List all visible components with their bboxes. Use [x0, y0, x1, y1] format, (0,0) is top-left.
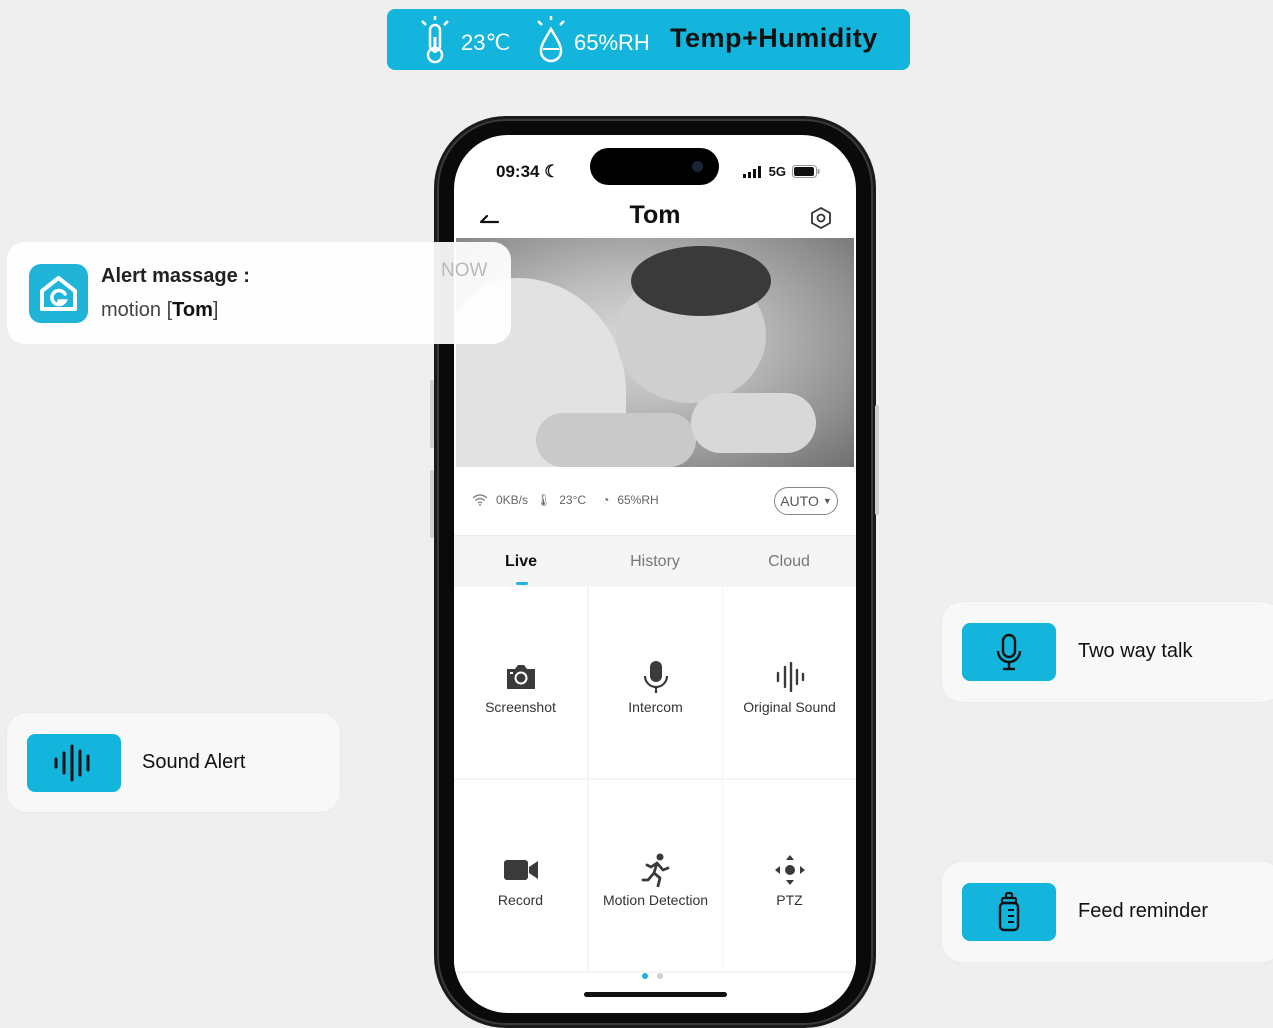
app-icon	[29, 264, 88, 323]
intercom-control[interactable]: Intercom	[589, 587, 722, 778]
baby-bottle-icon	[998, 892, 1020, 932]
page-dot[interactable]	[657, 973, 663, 979]
humidity-value: 65%RH	[617, 493, 659, 507]
feed-reminder-button[interactable]	[962, 883, 1056, 941]
alert-camera-name: Tom	[172, 299, 213, 321]
ptz-control[interactable]: PTZ	[723, 780, 856, 971]
alert-time: NOW	[441, 260, 488, 281]
phone-screen: 09:34 ☾ 5G Tom 0KB/s 🌡 23°C ◔ 65%RH AUTO…	[454, 135, 856, 1013]
tab-live[interactable]: Live	[454, 553, 588, 571]
screenshot-control[interactable]: Screenshot	[454, 587, 587, 778]
page-dot[interactable]	[642, 973, 648, 979]
running-person-icon	[641, 853, 669, 887]
sound-alert-card: Sound Alert	[7, 713, 340, 812]
page-indicator	[642, 973, 663, 979]
phone-side-button	[875, 405, 879, 515]
original-sound-control[interactable]: Original Sound	[723, 587, 856, 778]
two-way-talk-button[interactable]	[962, 623, 1056, 681]
camera-icon	[506, 665, 535, 689]
stream-info: 0KB/s 🌡 23°C ◔ 65%RH	[472, 493, 659, 507]
controls-grid: Screenshot Intercom Original Sound Recor…	[454, 587, 856, 973]
banner-humidity: 65%RH	[574, 30, 650, 55]
signal-icon	[742, 165, 761, 178]
temp-humidity-banner: 23℃ 65%RH Temp+Humidity	[387, 9, 910, 70]
two-way-talk-card: Two way talk	[942, 602, 1273, 702]
dropdown-arrow-icon: ▼	[822, 496, 832, 506]
tab-cloud[interactable]: Cloud	[722, 553, 856, 571]
water-drop-icon	[537, 16, 565, 63]
sound-wave-icon	[54, 744, 90, 782]
battery-icon	[792, 165, 820, 178]
dynamic-island	[590, 148, 719, 185]
sound-wave-icon	[776, 662, 804, 692]
microphone-icon	[996, 633, 1022, 671]
temperature-value: 23°C	[559, 493, 587, 507]
status-time: 09:34 ☾	[496, 162, 560, 181]
video-camera-icon	[503, 860, 538, 880]
microphone-icon	[643, 661, 668, 693]
moon-icon: ☾	[544, 162, 560, 181]
phone-side-button	[430, 470, 434, 538]
settings-gear-icon[interactable]	[810, 207, 832, 229]
network-label: 5G	[768, 164, 786, 179]
tab-bar: Live History Cloud	[454, 535, 856, 588]
banner-label: Temp+Humidity	[670, 23, 878, 53]
thermometer-small-icon: 🌡	[536, 493, 552, 507]
alert-notification[interactable]: Alert massage : motion [Tom] NOW	[7, 242, 511, 344]
sound-alert-label: Sound Alert	[142, 751, 246, 773]
humidity-small-icon: ◔	[602, 493, 610, 507]
status-indicators: 5G	[742, 164, 820, 179]
feed-reminder-card: Feed reminder	[942, 862, 1273, 962]
home-app-icon	[40, 276, 77, 311]
alert-body: motion [Tom]	[101, 299, 219, 321]
speed-value: 0KB/s	[496, 493, 529, 507]
sound-alert-button[interactable]	[27, 734, 121, 792]
alert-title: Alert massage :	[101, 265, 250, 287]
two-way-talk-label: Two way talk	[1078, 640, 1193, 662]
phone-side-button	[430, 380, 434, 448]
thermometer-icon	[421, 16, 449, 64]
banner-temperature: 23℃	[461, 30, 511, 55]
record-control[interactable]: Record	[454, 780, 587, 971]
live-video-feed[interactable]	[456, 238, 854, 467]
wifi-icon	[472, 494, 488, 506]
directional-pad-icon	[774, 855, 805, 885]
tab-history[interactable]: History	[588, 553, 722, 571]
active-tab-indicator	[516, 582, 528, 585]
page-title: Tom	[629, 201, 681, 229]
home-indicator[interactable]	[584, 992, 727, 997]
feed-reminder-label: Feed reminder	[1078, 900, 1209, 922]
motion-detection-control[interactable]: Motion Detection	[589, 780, 722, 971]
quality-selector[interactable]: AUTO ▼	[774, 487, 838, 515]
